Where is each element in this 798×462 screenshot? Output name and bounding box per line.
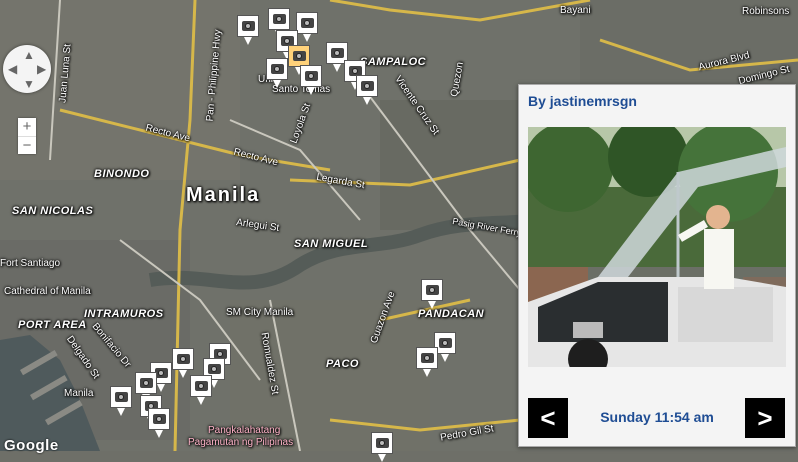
map-label-pandacan: PANDACAN	[418, 308, 485, 320]
pan-down-icon[interactable]: ▼	[23, 77, 35, 91]
map-label-binondo: BINONDO	[94, 168, 150, 180]
map-label-sm-city: SM City Manila	[226, 307, 294, 318]
photo-marker[interactable]	[190, 375, 212, 405]
map-label-port-area: PORT AREA	[18, 319, 87, 331]
photo-marker[interactable]	[371, 432, 393, 462]
photo-marker[interactable]	[110, 386, 132, 416]
photo-marker[interactable]	[300, 65, 322, 95]
zoom-in-button[interactable]: +	[18, 118, 36, 137]
photo-image[interactable]	[528, 127, 786, 367]
map-label-manila: Manila	[186, 184, 261, 206]
map-label-fort-santiago: Fort Santiago	[0, 258, 61, 269]
photo-info-panel: By jastinemrsgn < Sunday 11:54 am >	[518, 84, 796, 447]
zoom-control: + −	[18, 118, 36, 154]
pan-control[interactable]: ▲ ▼ ◀ ▶	[3, 45, 51, 93]
map-label-cathedral: Cathedral of Manila	[4, 286, 91, 297]
map-label-robinsons: Robinsons	[742, 6, 790, 17]
pan-left-icon[interactable]: ◀	[8, 62, 17, 76]
map-label-bayani: Bayani	[560, 5, 591, 16]
previous-photo-button[interactable]: <	[528, 398, 568, 438]
pan-up-icon[interactable]: ▲	[23, 48, 35, 62]
map-label-san-nicolas: SAN NICOLAS	[12, 205, 94, 217]
photo-marker[interactable]	[421, 279, 443, 309]
photo-marker[interactable]	[356, 75, 378, 105]
photo-marker[interactable]	[266, 58, 288, 88]
photo-marker[interactable]	[416, 347, 438, 377]
photo-author[interactable]: By jastinemrsgn	[528, 93, 637, 109]
google-logo: Google	[4, 437, 59, 454]
map-label-pagamutan: Pagamutan ng Pilipinas	[188, 437, 294, 448]
photo-marker[interactable]	[296, 12, 318, 42]
map-label-manila-small: Manila	[64, 388, 94, 399]
map-label-intramuros: INTRAMUROS	[84, 308, 164, 320]
photo-marker[interactable]	[148, 408, 170, 438]
photo-timestamp: Sunday 11:54 am	[600, 409, 714, 425]
map-label-pangkalahatang: Pangkalahatang	[208, 425, 281, 436]
photo-marker[interactable]	[237, 15, 259, 45]
map-label-sampaloc: SAMPALOC	[360, 56, 427, 68]
map-label-paco: PACO	[326, 358, 359, 370]
next-photo-button[interactable]: >	[745, 398, 785, 438]
map-label-san-miguel: SAN MIGUEL	[294, 238, 369, 250]
pan-right-icon[interactable]: ▶	[37, 62, 46, 76]
zoom-out-button[interactable]: −	[18, 137, 36, 155]
photo-marker[interactable]	[172, 348, 194, 378]
